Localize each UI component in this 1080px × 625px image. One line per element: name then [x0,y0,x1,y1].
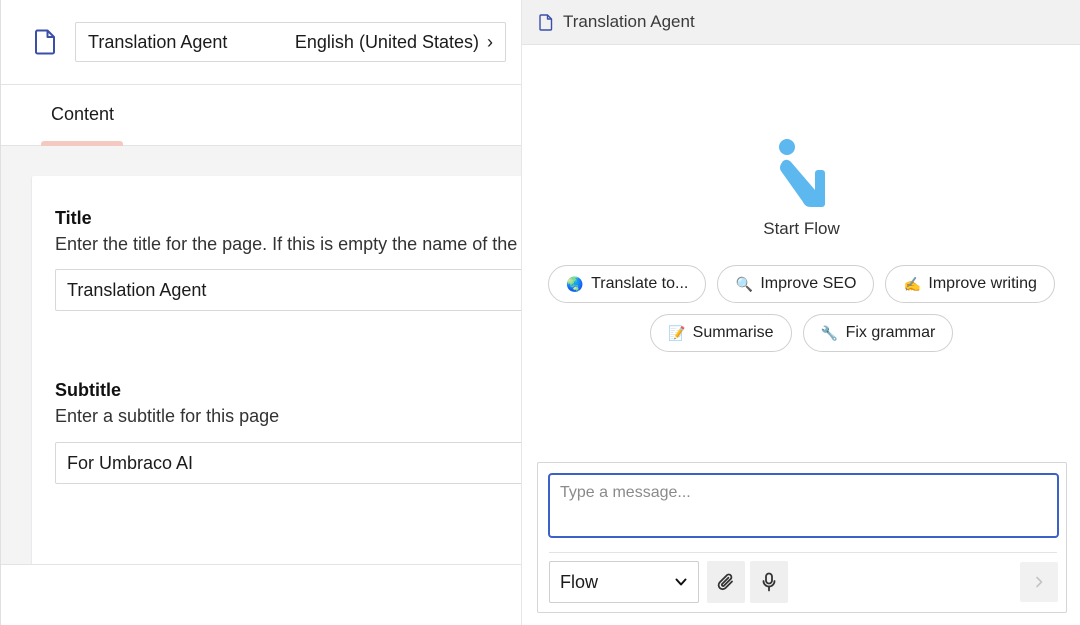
composer-divider [549,552,1057,553]
send-button[interactable] [1020,562,1058,602]
subtitle-description: Enter a subtitle for this page [55,406,280,426]
wrench-icon: 🔧 [820,324,839,341]
culture-selector[interactable]: English (United States) [295,32,479,53]
title-input[interactable]: Translation Agent [55,269,521,311]
tab-content-label: Content [51,104,115,124]
chip-improve-seo-label: Improve SEO [760,275,857,292]
globe-icon: 🌏 [566,275,584,292]
microphone-icon [762,572,776,592]
editor-canvas: Title Enter the title for the page. If t… [1,146,521,576]
chip-summarise[interactable]: 📝 Summarise [649,314,792,352]
suggestion-row-1: 🌏 Translate to... 🔍 Improve SEO ✍️ Impro… [522,265,1080,303]
chevron-right-icon[interactable]: › [487,32,493,53]
subtitle-input[interactable]: For Umbraco AI [55,442,521,484]
agent-logo-icon [779,139,825,207]
document-icon [539,13,553,31]
chip-improve-writing[interactable]: ✍️ Improve writing [885,265,1055,303]
paperclip-icon [717,573,733,591]
document-icon [35,29,55,55]
mode-select-value: Flow [560,571,599,592]
editor-tabs: Content [1,85,521,146]
writing-hand-icon: ✍️ [903,275,922,292]
chip-improve-seo[interactable]: 🔍 Improve SEO [717,265,875,303]
tab-content[interactable]: Content [41,85,123,146]
chip-translate-label: Translate to... [591,275,689,292]
subtitle-label: Subtitle [55,380,121,400]
property-group-card: Title Enter the title for the page. If t… [32,176,521,576]
editor-header: Translation Agent English (United States… [1,0,521,85]
title-label: Title [55,208,92,228]
chip-summarise-label: Summarise [692,324,774,341]
chat-header-title: Translation Agent [563,12,695,31]
title-description: Enter the title for the page. If this is… [55,234,521,254]
attach-button[interactable] [707,561,745,603]
chip-fix-grammar-label: Fix grammar [845,324,936,341]
chip-improve-writing-label: Improve writing [928,275,1037,292]
memo-icon: 📝 [667,324,686,341]
suggestion-row-2: 📝 Summarise 🔧 Fix grammar [522,314,1080,352]
chat-panel: Translation Agent Start Flow 🌏 Translate… [521,0,1080,625]
start-flow-label: Start Flow [763,219,840,238]
chip-translate[interactable]: 🌏 Translate to... [548,265,707,303]
magnifier-icon: 🔍 [735,275,754,292]
chat-header: Translation Agent [522,0,1080,45]
microphone-button[interactable] [750,561,788,603]
mode-select[interactable]: Flow [549,561,699,603]
chip-fix-grammar[interactable]: 🔧 Fix grammar [802,314,954,352]
chevron-right-icon [1036,576,1043,588]
message-composer: Flow [537,462,1067,613]
editor-footer [1,564,521,625]
document-name-field[interactable]: Translation Agent English (United States… [75,22,506,62]
chevron-down-icon [675,578,687,586]
content-editor: Translation Agent English (United States… [0,0,521,625]
document-name: Translation Agent [88,31,228,52]
message-input[interactable] [548,473,1059,538]
